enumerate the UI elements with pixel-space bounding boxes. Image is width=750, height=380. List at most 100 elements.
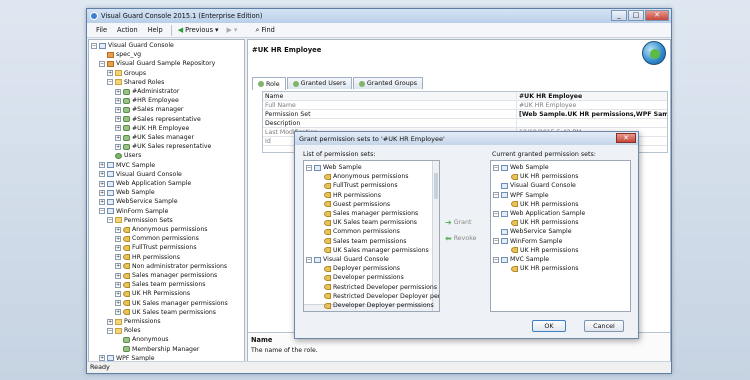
tree-item-hr-permissions[interactable]: + HR permissions [115, 253, 180, 262]
maximize-button[interactable]: □ [628, 10, 644, 21]
expand-icon[interactable]: + [115, 281, 121, 288]
expand-icon[interactable]: + [115, 244, 121, 251]
granted-item-uk-hr-permissions[interactable]: UK HR permissions [503, 264, 579, 273]
collapse-icon[interactable]: − [306, 256, 312, 263]
tree-item-sales-representative[interactable]: + #Sales representative [115, 115, 201, 124]
tree-item-uk-sales-manager[interactable]: + #UK Sales manager [115, 133, 194, 142]
tree-item-hr-employee[interactable]: + #HR Employee [115, 96, 179, 105]
tree-item-common-permissions[interactable]: + Common permissions [115, 234, 199, 243]
expand-icon[interactable]: + [115, 235, 121, 242]
expand-icon[interactable]: + [99, 198, 105, 205]
tree-item-visual-guard-console[interactable]: − Visual Guard Console [91, 41, 174, 50]
grant-button[interactable]: ➜ Grant [445, 216, 483, 229]
available-item-guest-permissions[interactable]: Guest permissions [316, 200, 390, 209]
available-permission-sets-tree[interactable]: − Web Sample Anonymous permissions FullTrus… [303, 160, 440, 312]
granted-item-winform-sample[interactable]: − WinForm Sample [493, 237, 562, 246]
available-item-restricted-developer-deployer-permi[interactable]: Restricted Developer Deployer permi [316, 292, 439, 301]
tree-item-uk-hr-permissions[interactable]: + UK HR Permissions [115, 289, 190, 298]
available-item-sales-team-permissions[interactable]: Sales team permissions [316, 237, 406, 246]
expand-icon[interactable]: + [115, 134, 121, 141]
tree-item-permission-sets[interactable]: − Permission Sets [107, 216, 173, 225]
available-item-sales-manager-permissions[interactable]: Sales manager permissions [316, 209, 418, 218]
tree-item-visual-guard-console[interactable]: + Visual Guard Console [99, 170, 182, 179]
expand-icon[interactable]: + [107, 318, 113, 325]
dialog-close-button[interactable]: ✕ [616, 133, 636, 143]
expand-icon[interactable]: + [99, 189, 105, 196]
tree-item-uk-sales-team-permissions[interactable]: + UK Sales team permissions [115, 308, 216, 317]
expand-icon[interactable]: + [115, 88, 121, 95]
property-row-description[interactable]: Description [263, 119, 667, 128]
tree-item-mvc-sample[interactable]: + MVC Sample [99, 161, 155, 170]
tree-item-uk-sales-manager-permissions[interactable]: + UK Sales manager permissions [115, 299, 228, 308]
tree-item-visual-guard-sample-repository[interactable]: − Visual Guard Sample Repository [99, 59, 215, 68]
collapse-icon[interactable]: − [493, 164, 499, 171]
expand-icon[interactable]: + [115, 272, 121, 279]
expand-icon[interactable]: + [99, 171, 105, 178]
available-item-restricted-developer-permissions[interactable]: Restricted Developer permissions [316, 283, 437, 292]
granted-item-uk-hr-permissions[interactable]: UK HR permissions [503, 200, 579, 209]
tree-item-fulltrust-permissions[interactable]: + FullTrust permissions [115, 243, 197, 252]
tree-item-roles[interactable]: − Roles [107, 326, 141, 335]
tree-item-non-administrator-permissions[interactable]: + Non administrator permissions [115, 262, 227, 271]
minimize-button[interactable]: _ [611, 10, 627, 21]
property-row-permission-set[interactable]: Permission Set [Web Sample.UK HR permissi… [263, 110, 667, 119]
tree-item-users[interactable]: Users [107, 151, 141, 160]
expand-icon[interactable]: + [115, 116, 121, 123]
available-item-common-permissions[interactable]: Common permissions [316, 227, 400, 236]
granted-item-visual-guard-console[interactable]: Visual Guard Console [493, 181, 576, 190]
tree-item-groups[interactable]: + Groups [107, 69, 146, 78]
available-item-hr-permissions[interactable]: HR permissions [316, 191, 381, 200]
property-value[interactable]: #UK HR Employee [517, 92, 667, 100]
granted-permission-sets-tree[interactable]: − Web Sample UK HR permissions Visual Guard… [490, 160, 631, 312]
next-button[interactable]: ▶ ▾ [224, 26, 243, 34]
menu-action[interactable]: Action [112, 26, 143, 34]
tree-item-webservice-sample[interactable]: + WebService Sample [99, 197, 178, 206]
collapse-icon[interactable]: − [107, 79, 113, 86]
tree-item-uk-sales-representative[interactable]: + #UK Sales representative [115, 142, 211, 151]
property-value[interactable]: [Web Sample.UK HR permissions,WPF Sample… [517, 110, 667, 118]
tree-item-anonymous-permissions[interactable]: + Anonymous permissions [115, 225, 207, 234]
collapse-icon[interactable]: − [493, 238, 499, 245]
tree-item-anonymous[interactable]: Anonymous [115, 335, 168, 344]
expand-icon[interactable]: + [115, 309, 121, 316]
expand-icon[interactable]: + [115, 226, 121, 233]
property-value[interactable]: #UK HR Employee [517, 101, 667, 109]
collapse-icon[interactable]: − [91, 42, 97, 49]
available-item-developer-deployer-permissions[interactable]: Developer Deployer permissions [316, 301, 434, 310]
collapse-icon[interactable]: − [306, 164, 312, 171]
granted-item-mvc-sample[interactable]: − MVC Sample [493, 255, 549, 264]
expand-icon[interactable]: + [115, 125, 121, 132]
tab-granted-groups[interactable]: Granted Groups [352, 77, 423, 89]
find-button[interactable]: ⌕ Find [242, 26, 277, 35]
menu-help[interactable]: Help [143, 26, 168, 34]
collapse-icon[interactable]: − [107, 327, 113, 334]
revoke-button[interactable]: ⬅ Revoke [445, 232, 483, 245]
expand-icon[interactable]: + [115, 97, 121, 104]
expand-icon[interactable]: + [115, 254, 121, 261]
available-item-web-sample[interactable]: − Web Sample [306, 163, 362, 172]
tree-item-winform-sample[interactable]: − WinForm Sample [99, 207, 168, 216]
property-row-name[interactable]: Name #UK HR Employee [263, 92, 667, 101]
expand-icon[interactable]: + [99, 162, 105, 169]
property-row-full-name[interactable]: Full Name #UK HR Employee [263, 101, 667, 110]
previous-button[interactable]: ◀ Previous ▾ [175, 26, 224, 34]
granted-item-uk-hr-permissions[interactable]: UK HR permissions [503, 246, 579, 255]
tree-item-web-application-sample[interactable]: + Web Application Sample [99, 179, 191, 188]
property-value[interactable] [517, 119, 667, 127]
expand-icon[interactable]: + [115, 263, 121, 270]
collapse-icon[interactable]: − [107, 217, 113, 224]
available-item-deployer-permissions[interactable]: Deployer permissions [316, 264, 400, 273]
expand-icon[interactable]: + [107, 70, 113, 77]
tab-role[interactable]: Role [252, 77, 286, 90]
collapse-icon[interactable]: − [99, 208, 105, 215]
granted-item-web-sample[interactable]: − Web Sample [493, 163, 549, 172]
tree-item-shared-roles[interactable]: − Shared Roles [107, 78, 164, 87]
tree-item-uk-hr-employee[interactable]: + #UK HR Employee [115, 124, 189, 133]
expand-icon[interactable]: + [115, 290, 121, 297]
tree-item-permissions[interactable]: + Permissions [107, 317, 161, 326]
expand-icon[interactable]: + [115, 300, 121, 307]
close-button[interactable]: ✕ [645, 10, 669, 21]
collapse-icon[interactable]: − [493, 210, 499, 217]
tree-item-spec-vg[interactable]: spec_vg [99, 50, 141, 59]
granted-item-web-application-sample[interactable]: − Web Application Sample [493, 209, 585, 218]
